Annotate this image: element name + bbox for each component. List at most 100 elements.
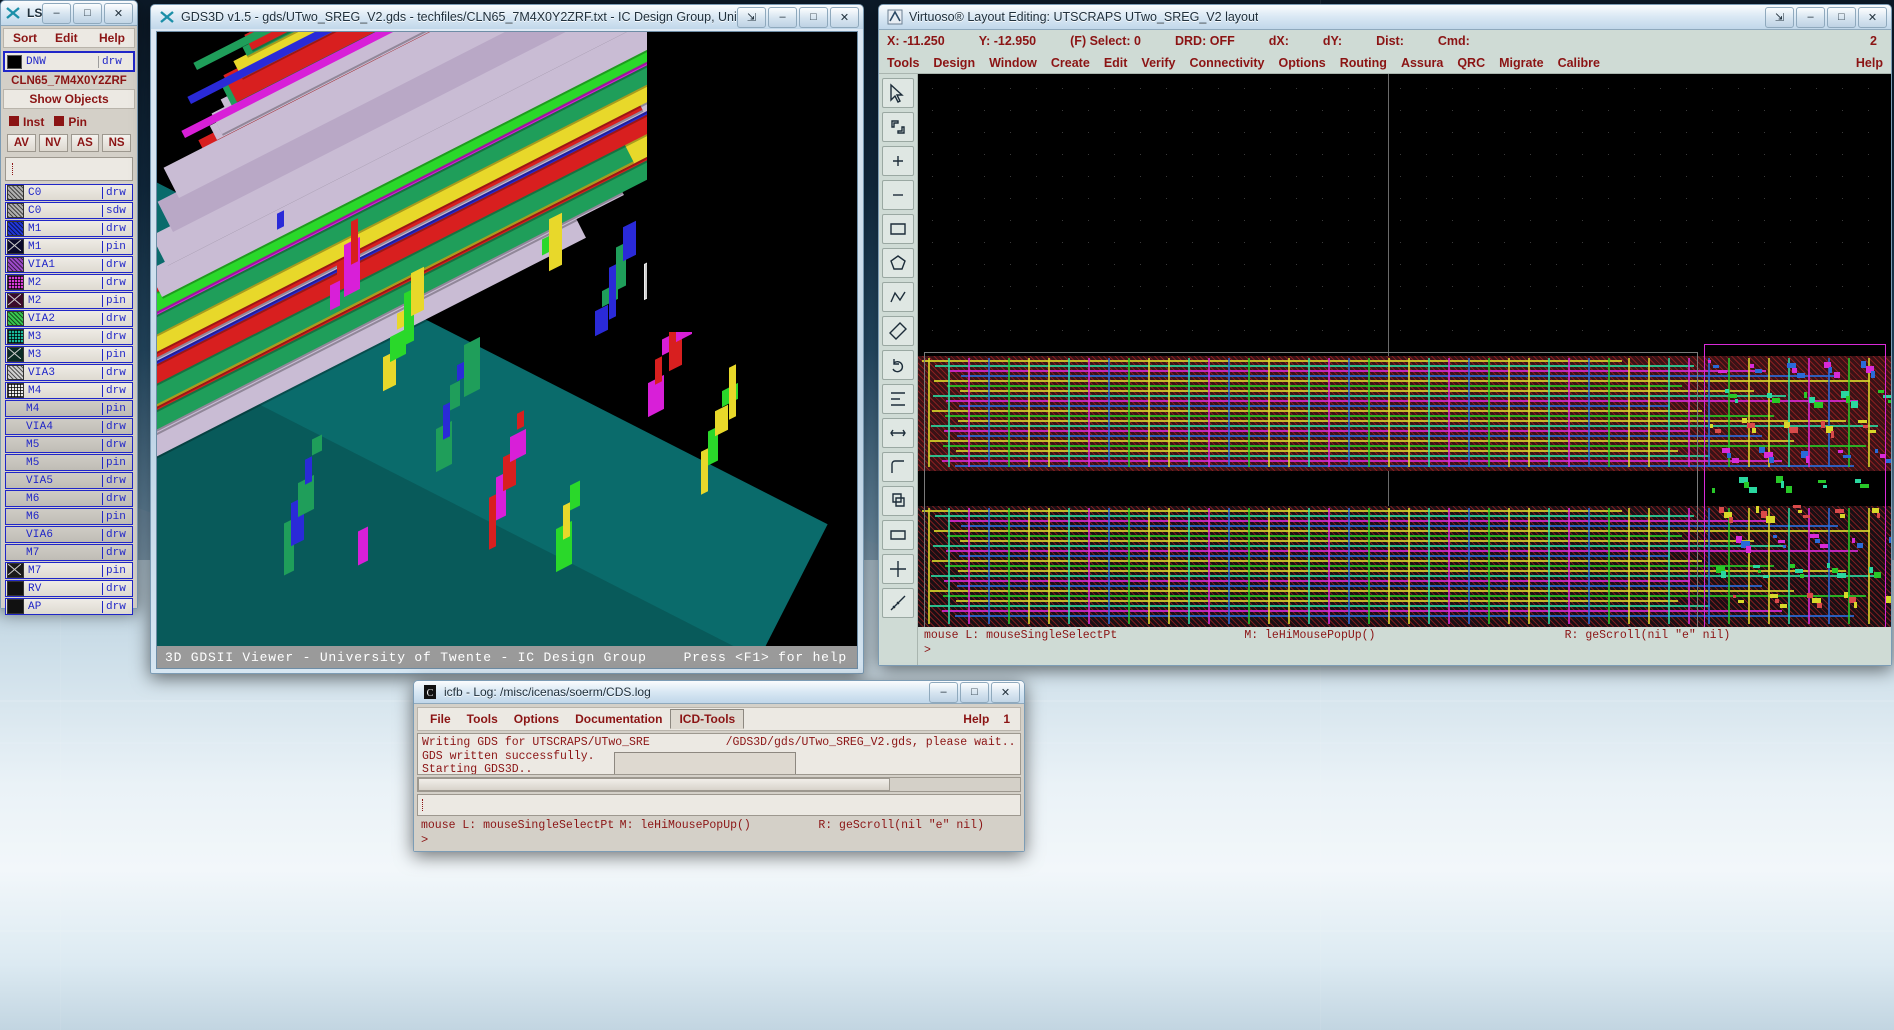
toggle-inst[interactable]: Inst — [9, 113, 44, 131]
toolbar-align-icon[interactable] — [882, 384, 914, 414]
lsw-menu-edit[interactable]: Edit — [46, 29, 87, 47]
lsw-visibility-buttons[interactable]: AV NV AS NS — [3, 133, 135, 155]
gds3d-titlebar[interactable]: GDS3D v1.5 - gds/UTwo_SREG_V2.gds - tech… — [151, 5, 863, 29]
layer-row-m6-pin[interactable]: M6pin — [5, 508, 133, 525]
layer-swatch[interactable] — [7, 185, 24, 200]
lsw-filter-input[interactable] — [5, 157, 133, 181]
layer-swatch[interactable] — [7, 275, 24, 290]
lsw-menubar[interactable]: Sort Edit Help — [3, 28, 135, 48]
icfb-titlebar[interactable]: C icfb - Log: /misc/icenas/soerm/CDS.log… — [414, 681, 1024, 703]
icfb-menu-tools[interactable]: Tools — [459, 710, 506, 728]
virtuoso-prompt[interactable]: > — [918, 642, 1891, 659]
close-button[interactable]: ✕ — [104, 3, 133, 24]
restore-down-button[interactable]: ⇲ — [737, 7, 766, 28]
lsw-window[interactable]: LSW ‒ □ ✕ Sort Edit Help DNW drw CLN65_7… — [0, 0, 138, 609]
icd-tools-dropdown[interactable]: Layout -> GDS3D Run GDS3D — [614, 752, 796, 775]
layer-row-m7-drw[interactable]: M7drw — [5, 544, 133, 561]
layer-swatch[interactable] — [7, 239, 24, 254]
virtuoso-menu-create[interactable]: Create — [1051, 56, 1090, 70]
layer-swatch[interactable] — [7, 581, 24, 596]
layer-row-m6-drw[interactable]: M6drw — [5, 490, 133, 507]
toolbar-bend-icon[interactable] — [882, 452, 914, 482]
maximize-button[interactable]: □ — [73, 3, 102, 24]
gds3d-viewport[interactable]: 3D GDSII Viewer - University of Twente -… — [156, 31, 858, 669]
toolbar-stretch-icon[interactable] — [882, 418, 914, 448]
virtuoso-window[interactable]: Virtuoso® Layout Editing: UTSCRAPS UTwo_… — [878, 4, 1892, 666]
layer-row-via2-drw[interactable]: VIA2drw — [5, 310, 133, 327]
layer-swatch[interactable] — [7, 293, 24, 308]
layer-row-via4-drw[interactable]: VIA4drw — [5, 418, 133, 435]
toolbar-copy-icon[interactable] — [882, 486, 914, 516]
layer-swatch[interactable] — [7, 257, 24, 272]
button-av[interactable]: AV — [7, 134, 36, 152]
virtuoso-layout-canvas[interactable] — [918, 74, 1891, 627]
virtuoso-menu-edit[interactable]: Edit — [1104, 56, 1128, 70]
icfb-window-buttons[interactable]: ‒ □ ✕ — [929, 682, 1020, 703]
virtuoso-menu-help[interactable]: Help — [1856, 56, 1883, 70]
icfb-menu-documentation[interactable]: Documentation — [567, 710, 670, 728]
virtuoso-menubar[interactable]: Tools Design Window Create Edit Verify Connect… — [879, 52, 1891, 74]
inst-checkbox[interactable] — [9, 116, 19, 126]
layer-swatch[interactable] — [7, 221, 24, 236]
toolbar-zoom-fit-icon[interactable] — [882, 112, 914, 142]
virtuoso-menu-verify[interactable]: Verify — [1141, 56, 1175, 70]
virtuoso-menu-window[interactable]: Window — [989, 56, 1037, 70]
layer-row-m4-pin[interactable]: M4pin — [5, 400, 133, 417]
minimize-button[interactable]: ‒ — [1796, 7, 1825, 28]
icfb-menu-icd-tools[interactable]: ICD-Tools — [670, 709, 744, 729]
virtuoso-menu-qrc[interactable]: QRC — [1457, 56, 1485, 70]
virtuoso-menu-design[interactable]: Design — [933, 56, 975, 70]
button-ns[interactable]: NS — [102, 134, 131, 152]
icfb-log-window[interactable]: C icfb - Log: /misc/icenas/soerm/CDS.log… — [413, 680, 1025, 852]
layer-row-m2-drw[interactable]: M2drw — [5, 274, 133, 291]
virtuoso-menu-migrate[interactable]: Migrate — [1499, 56, 1543, 70]
minimize-button[interactable]: ‒ — [42, 3, 71, 24]
layer-row-m5-drw[interactable]: M5drw — [5, 436, 133, 453]
scrollbar-thumb[interactable] — [418, 778, 890, 791]
lsw-menu-sort[interactable]: Sort — [4, 29, 46, 47]
gds3d-window[interactable]: GDS3D v1.5 - gds/UTwo_SREG_V2.gds - tech… — [150, 4, 864, 674]
toolbar-ruler-icon[interactable] — [882, 316, 914, 346]
layer-row-m7-pin[interactable]: M7pin — [5, 562, 133, 579]
layer-swatch[interactable] — [7, 347, 24, 362]
pin-checkbox[interactable] — [54, 116, 64, 126]
close-button[interactable]: ✕ — [1858, 7, 1887, 28]
virtuoso-menu-tools[interactable]: Tools — [887, 56, 919, 70]
lsw-window-buttons[interactable]: ‒ □ ✕ — [42, 3, 133, 24]
icfb-log-area[interactable]: Writing GDS for UTSCRAPS/UTwo_SRE /GDS3D… — [417, 733, 1021, 775]
virtuoso-menu-connectivity[interactable]: Connectivity — [1189, 56, 1264, 70]
minimize-button[interactable]: ‒ — [929, 682, 958, 703]
toolbar-undo-icon[interactable] — [882, 350, 914, 380]
icfb-command-input[interactable] — [417, 794, 1021, 816]
layer-row-m1-pin[interactable]: M1pin — [5, 238, 133, 255]
layer-row-via5-drw[interactable]: VIA5drw — [5, 472, 133, 489]
virtuoso-toolbar[interactable] — [879, 74, 918, 665]
layer-row-c0-sdw[interactable]: C0sdw — [5, 202, 133, 219]
toolbar-move-icon[interactable] — [882, 554, 914, 584]
layer-swatch[interactable] — [7, 599, 24, 614]
toolbar-measure-icon[interactable] — [882, 588, 914, 618]
close-button[interactable]: ✕ — [991, 682, 1020, 703]
layer-row-via3-drw[interactable]: VIA3drw — [5, 364, 133, 381]
toggle-pin[interactable]: Pin — [54, 113, 87, 131]
toolbar-path-icon[interactable] — [882, 282, 914, 312]
layer-row-rv-drw[interactable]: RVdrw — [5, 580, 133, 597]
virtuoso-menu-assura[interactable]: Assura — [1401, 56, 1443, 70]
icfb-menu-file[interactable]: File — [422, 710, 459, 728]
virtuoso-menu-options[interactable]: Options — [1279, 56, 1326, 70]
lsw-menu-help[interactable]: Help — [90, 29, 134, 47]
toolbar-zoom-in-icon[interactable] — [882, 146, 914, 176]
layer-row-c0-drw[interactable]: C0drw — [5, 184, 133, 201]
layer-swatch[interactable] — [7, 329, 24, 344]
gds3d-window-buttons[interactable]: ⇲ ‒ □ ✕ — [737, 7, 859, 28]
toolbar-rectangle-icon[interactable] — [882, 214, 914, 244]
lsw-layer-list[interactable]: C0drwC0sdwM1drwM1pinVIA1drwM2drwM2pinVIA… — [3, 184, 135, 632]
toolbar-pointer-icon[interactable] — [882, 78, 914, 108]
restore-down-button[interactable]: ⇲ — [1765, 7, 1794, 28]
layer-swatch[interactable] — [7, 563, 24, 578]
button-as[interactable]: AS — [71, 134, 100, 152]
icfb-menubar[interactable]: FileToolsOptionsDocumentationICD-ToolsHe… — [417, 707, 1021, 731]
layer-row-m2-pin[interactable]: M2pin — [5, 292, 133, 309]
virtuoso-titlebar[interactable]: Virtuoso® Layout Editing: UTSCRAPS UTwo_… — [879, 5, 1891, 29]
icfb-prompt[interactable]: > — [417, 832, 1021, 848]
